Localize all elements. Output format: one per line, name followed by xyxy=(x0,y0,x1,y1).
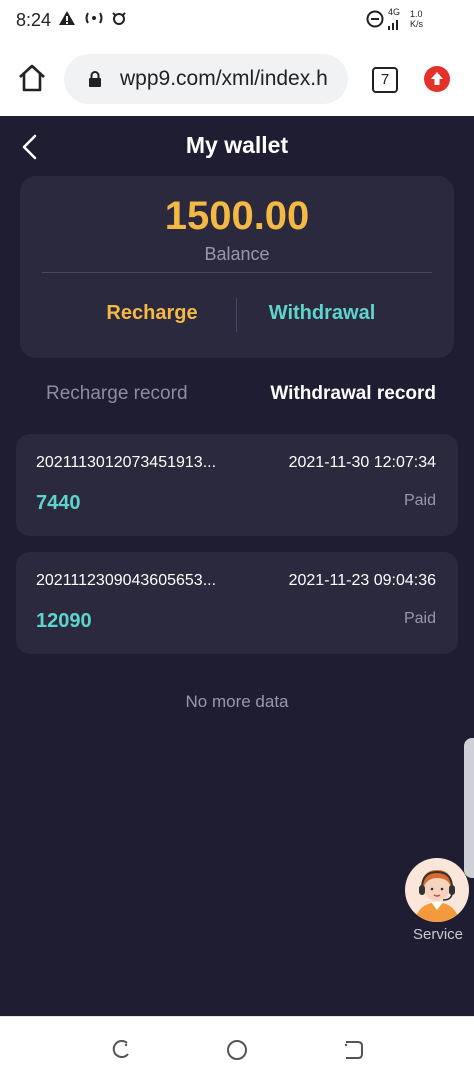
signal-icon xyxy=(388,17,402,35)
url-text: wpp9.com/xml/index.h xyxy=(120,67,328,90)
tab-recharge-record[interactable]: Recharge record xyxy=(46,383,188,405)
warning-icon xyxy=(58,10,76,31)
record-date: 2021-11-30 12:07:34 xyxy=(288,454,436,471)
status-bar: 8:24 4G 1.0 K/s xyxy=(0,0,474,40)
wireless-icon xyxy=(84,10,104,31)
tab-switcher-button[interactable]: 7 xyxy=(372,67,398,93)
record-item[interactable]: 2021112309043605653... 2021-11-23 09:04:… xyxy=(16,552,458,654)
service-label: Service xyxy=(412,926,464,943)
no-more-data: No more data xyxy=(185,692,289,711)
network-type: 4G xyxy=(388,7,401,17)
browser-toolbar: wpp9.com/xml/index.h 7 xyxy=(0,40,474,116)
balance-amount: 1500.00 xyxy=(164,194,310,238)
net-speed-unit: K/s xyxy=(410,19,424,29)
app-notification-icon xyxy=(110,10,128,31)
balance-label: Balance xyxy=(204,244,270,264)
withdrawal-button[interactable]: Withdrawal xyxy=(260,302,384,325)
record-date: 2021-11-23 09:04:36 xyxy=(288,572,436,589)
action-divider xyxy=(236,298,237,332)
net-speed-value: 1.0 xyxy=(410,9,423,19)
record-amount: 7440 xyxy=(36,492,81,514)
recents-icon[interactable] xyxy=(110,1039,132,1061)
card-divider xyxy=(42,272,432,273)
lock-icon xyxy=(88,71,102,87)
record-amount: 12090 xyxy=(36,610,92,632)
record-status: Paid xyxy=(403,492,436,509)
record-id: 2021112309043605653... xyxy=(36,572,217,589)
back-nav-icon[interactable] xyxy=(342,1039,364,1061)
home-icon[interactable] xyxy=(14,60,50,96)
service-agent-icon xyxy=(405,858,469,922)
tab-withdrawal-record[interactable]: Withdrawal record xyxy=(270,383,436,405)
record-status: Paid xyxy=(403,610,436,627)
system-nav-bar xyxy=(0,1016,474,1081)
wallet-card: 1500.00 Balance Recharge Withdrawal xyxy=(20,176,454,358)
wallet-page: My wallet 1500.00 Balance Recharge Withd… xyxy=(0,116,474,1016)
record-id: 2021113012073451913... xyxy=(36,454,217,471)
home-nav-icon[interactable] xyxy=(226,1039,248,1061)
record-item[interactable]: 2021113012073451913... 2021-11-30 12:07:… xyxy=(16,434,458,536)
status-time: 8:24 xyxy=(16,10,52,30)
side-scroll-handle[interactable] xyxy=(464,738,474,878)
page-title: My wallet xyxy=(185,132,289,158)
service-button[interactable]: Service xyxy=(405,858,471,943)
menu-update-icon[interactable] xyxy=(424,66,450,92)
recharge-button[interactable]: Recharge xyxy=(92,302,212,325)
address-bar[interactable]: wpp9.com/xml/index.h xyxy=(64,54,348,104)
do-not-disturb-icon xyxy=(366,10,384,33)
